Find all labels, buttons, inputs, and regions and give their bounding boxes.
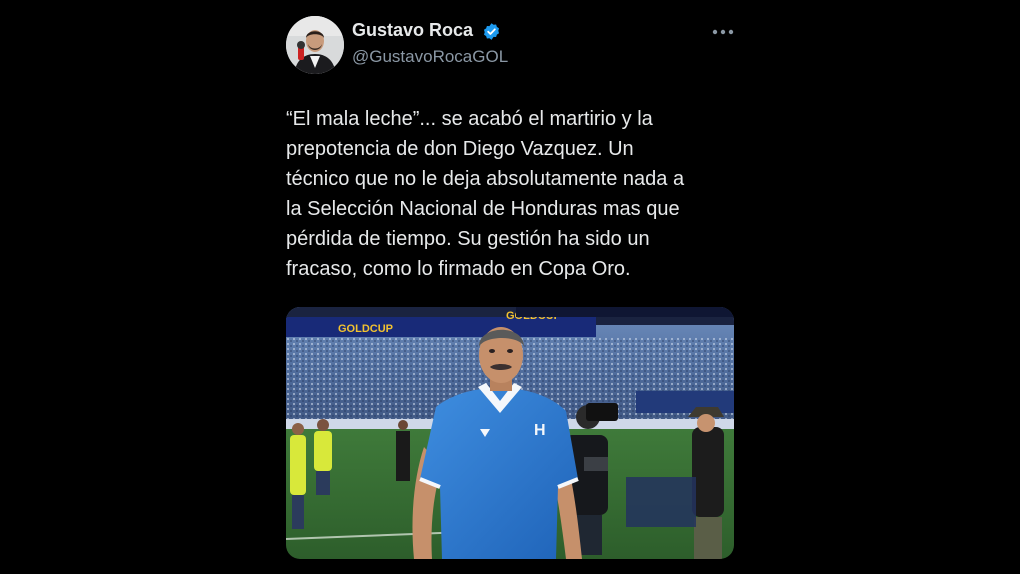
left-letterbox: [0, 0, 264, 574]
display-name[interactable]: Gustavo Roca: [352, 20, 473, 41]
avatar[interactable]: [286, 16, 344, 74]
more-options-icon[interactable]: [710, 26, 736, 38]
tweet-text-line: técnico que no le deja absolutamente nad…: [286, 168, 685, 190]
user-handle[interactable]: @GustavoRocaGOL: [352, 47, 508, 67]
media-banner-text: GOLDCUP: [338, 323, 393, 335]
tweet-card: Gustavo Roca @GustavoRocaGOL “El mala le…: [264, 0, 756, 574]
tweet-text: “El mala leche”... se acabó el martirio …: [286, 104, 736, 284]
tweet-text-line: fracaso, como lo firmado en Copa Oro.: [286, 258, 631, 280]
tweet-text-line: prepotencia de don Diego Vazquez. Un: [286, 138, 634, 160]
verified-badge-icon: [483, 23, 500, 40]
svg-text:H: H: [534, 422, 546, 439]
avatar-image: [286, 16, 344, 74]
tweet-text-line: “El mala leche”... se acabó el martirio …: [286, 108, 653, 130]
right-letterbox: [756, 0, 1020, 574]
tweet-text-line: pérdida de tiempo. Su gestión ha sido un: [286, 228, 650, 250]
stadium-photo: GOLDCUP GOLDCUP: [286, 307, 734, 559]
tweet-text-line: la Selección Nacional de Honduras mas qu…: [286, 198, 680, 220]
tweet-media-photo[interactable]: GOLDCUP GOLDCUP: [286, 307, 734, 559]
